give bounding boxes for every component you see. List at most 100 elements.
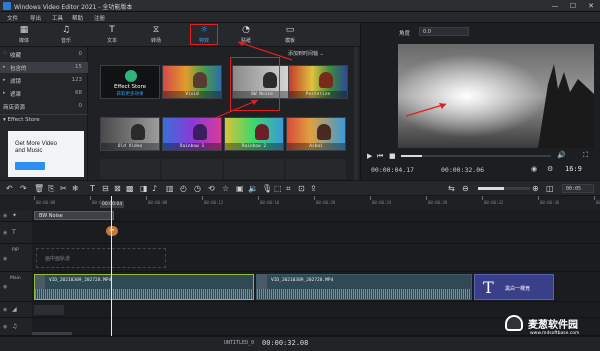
sparkle-icon: ✦ [12,212,18,219]
track-header-text: ◉ T [0,222,32,244]
timer-icon[interactable]: ◷ [194,184,201,193]
fit-icon[interactable]: ◫ [546,184,554,193]
trim-icon[interactable]: ⊠ [114,184,121,193]
ruler-label: 00:00:36 [540,200,560,205]
angle-label: 角度 [399,31,411,37]
color-icon[interactable]: ◨ [140,184,148,193]
swap-icon[interactable]: ⇆ [448,184,455,193]
music-icon: ♫ [12,323,18,330]
zoom-slider[interactable] [478,187,530,190]
aspect-ratio[interactable]: 16:9 [565,165,582,173]
status-bar: UNTITLED_0 00:00:32.08 麦葱软件园 www.mdsoftb… [0,315,600,351]
angle-input[interactable]: 0.0 [419,27,469,36]
ruler-tick [314,196,315,200]
title-t-icon: T [483,278,494,297]
zoom-out-icon[interactable]: ⊖ [462,184,469,193]
track-header-effect: ◉ ✦ [0,210,32,222]
ruler-label: 00:00:32 [484,200,504,205]
playhead[interactable] [111,196,112,336]
cloud-logo-icon [505,315,523,331]
star-icon[interactable]: ☆ [222,184,229,193]
split-marker-icon[interactable]: ✂ [106,226,118,236]
bars-icon[interactable]: ▥ [166,184,174,193]
delete-icon[interactable]: 🗑 [34,184,44,193]
zoom-in-icon[interactable]: ⊕ [532,184,539,193]
current-time: 00:00:04.17 [371,166,415,174]
stop-icon[interactable]: ■ [389,152,396,160]
camera-icon[interactable]: ◉ [531,165,537,173]
paste-icon[interactable]: ✂ [60,184,67,193]
undo-icon[interactable]: ↶ [6,184,13,193]
reverse-icon[interactable]: ⟲ [208,184,215,193]
text-tool-icon[interactable]: T [90,184,95,193]
copy-icon[interactable]: ⎘ [48,184,54,193]
effects-icon[interactable]: ▩ [126,184,134,193]
ruler-label: 00:00:24 [372,200,392,205]
seek-bar[interactable] [401,155,551,157]
eye-icon[interactable]: ◉ [3,256,7,262]
speed-icon[interactable]: ◴ [180,184,187,193]
freeze-icon[interactable]: ❄ [72,184,79,193]
volume-tool-icon[interactable]: ♪ [152,184,157,193]
ruler-label: 00:00:40 [596,200,600,205]
ruler-label: 00:00:28 [428,200,448,205]
ruler-tick [258,196,259,200]
redo-icon[interactable]: ↷ [20,184,27,193]
ruler-tick [202,196,203,200]
eye-icon[interactable]: ◉ [3,324,7,330]
mic-icon[interactable]: 🎙 [262,184,272,193]
audio-track-icon: ◢ [12,306,17,313]
track-main: VID_20210309_202728.MP4 VID_20210309_202… [32,272,600,302]
export-icon[interactable]: ⇪ [310,184,317,193]
ruler-label: 00:00:20 [316,200,336,205]
text-icon: T [12,229,16,236]
ruler-label: 00:00:00 [36,200,56,205]
image-icon[interactable]: ▣ [236,184,244,193]
track-header-audio: ◉ ◢ [0,302,32,318]
audio-clip[interactable] [34,305,64,315]
settings-icon[interactable]: ⚙ [547,165,553,173]
video-clip-1[interactable]: VID_20210309_202728.MP4 [34,274,254,300]
ruler-tick [538,196,539,200]
ruler-tick [482,196,483,200]
watermark-name: 麦葱软件园 [528,320,578,331]
timeline-ruler[interactable]: 00:00:00 00:00:04 00:00:08 00:00:12 00:00:16… [0,196,600,210]
volume-icon[interactable]: 🔊 [557,151,566,159]
ruler-tick [90,196,91,200]
title-clip[interactable]: T 黑白一棵竞 [474,274,554,300]
track-effect: BW Noise [32,210,600,222]
eye-icon[interactable]: ◉ [3,230,7,236]
watermark-url: www.mdsoftbase.com [530,331,580,336]
ruler-tick [34,196,35,200]
video-clip-2[interactable]: VID_20210309_202728.MP4 [256,274,472,300]
track-pip: 画中画轨道 [32,244,600,272]
timeline-scrollbar[interactable] [32,332,72,335]
ruler-tick [146,196,147,200]
crop-icon[interactable]: ⬚ [274,184,282,193]
ruler-tick [370,196,371,200]
crop-tool-icon[interactable]: ⌗ [286,184,291,193]
video-preview[interactable] [398,44,594,148]
zoom-input[interactable]: 00:05 [562,184,594,193]
effect-clip[interactable]: BW Noise [34,211,114,220]
split-icon[interactable]: ⊟ [102,184,109,193]
track-text: ✂ [32,222,600,244]
step-back-icon[interactable]: ⏮ [377,152,383,161]
timeline-toolbar: ↶ ↷ 🗑 ⎘ ✂ ❄ T ⊟ ⊠ ▩ ◨ ♪ ▥ ◴ ◷ ⟲ ☆ ▣ 🔉 🎙 … [0,180,600,196]
ruler-label: 00:00:16 [260,200,280,205]
fullscreen-icon[interactable]: ⛶ [583,151,588,160]
ruler-label: 00:00:12 [204,200,224,205]
audio-waveform [257,289,471,299]
volume-down-icon[interactable]: 🔉 [248,184,258,193]
project-name: UNTITLED_0 [224,340,255,346]
ruler-label: 00:00:08 [148,200,168,205]
playhead-time: 00:00:04 [100,201,125,208]
play-icon[interactable]: ▶ [367,152,372,160]
eye-icon[interactable]: ◉ [3,307,7,313]
track-header-music: ◉ ♫ [0,318,32,336]
eye-icon[interactable]: ◉ [3,213,7,219]
pip-placeholder[interactable]: 画中画轨道 [36,248,166,268]
pip-icon[interactable]: ⊡ [298,184,305,193]
audio-waveform [35,289,253,299]
eye-icon[interactable]: ◉ [3,284,7,290]
